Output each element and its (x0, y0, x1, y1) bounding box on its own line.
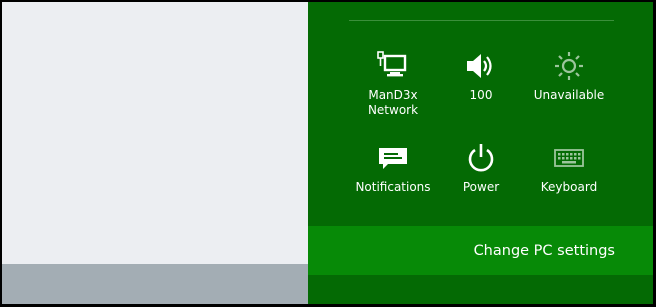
screenshot-frame: ManD3x Network 100 Unavailable Notificat… (1, 1, 654, 305)
taskbar[interactable] (2, 264, 308, 304)
notifications-icon (345, 142, 441, 174)
keyboard-tile[interactable]: Keyboard (521, 142, 617, 195)
desktop-area[interactable] (2, 2, 308, 304)
power-icon (433, 142, 529, 174)
keyboard-icon (521, 142, 617, 174)
power-tile[interactable]: Power (433, 142, 529, 195)
settings-charm-panel: ManD3x Network 100 Unavailable Notificat… (308, 2, 653, 304)
divider (349, 20, 614, 21)
volume-icon (433, 50, 529, 82)
network-label: ManD3x Network (367, 88, 419, 117)
network-icon (345, 50, 441, 82)
brightness-icon (521, 50, 617, 82)
notifications-label: Notifications (355, 180, 431, 194)
brightness-tile[interactable]: Unavailable (521, 50, 617, 103)
change-pc-settings-button[interactable]: Change PC settings (308, 226, 653, 275)
notifications-tile[interactable]: Notifications (345, 142, 441, 195)
brightness-label: Unavailable (533, 88, 605, 102)
volume-label: 100 (469, 88, 493, 102)
volume-tile[interactable]: 100 (433, 50, 529, 103)
power-label: Power (462, 180, 500, 194)
network-tile[interactable]: ManD3x Network (345, 50, 441, 118)
keyboard-label: Keyboard (540, 180, 598, 194)
